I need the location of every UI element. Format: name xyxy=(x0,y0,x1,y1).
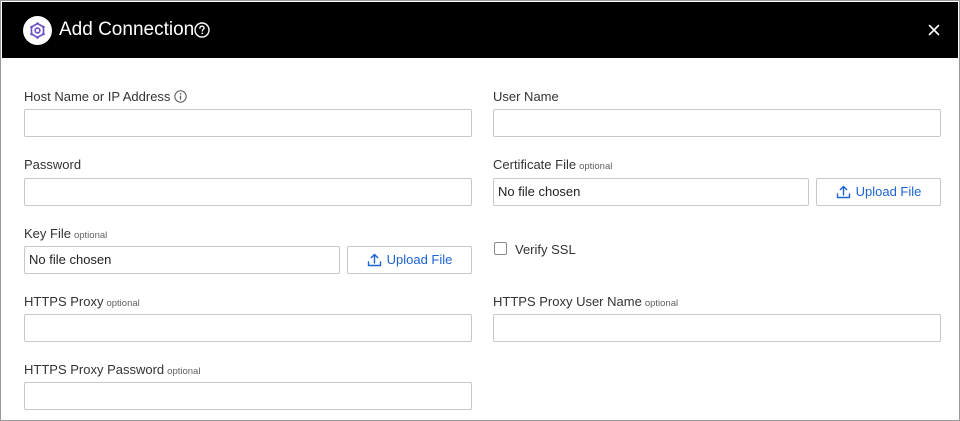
dialog-header: Add Connection xyxy=(2,2,958,58)
key-file-status: No file chosen xyxy=(24,246,340,274)
host-input[interactable] xyxy=(24,109,472,137)
password-input[interactable] xyxy=(24,178,472,206)
user-name-input[interactable] xyxy=(493,109,941,137)
help-circle-icon[interactable] xyxy=(194,22,210,38)
https-proxy-user-label: HTTPS Proxy User Name optional xyxy=(493,294,678,312)
password-label: Password xyxy=(24,157,82,172)
gear-logo-icon xyxy=(23,16,52,45)
add-connection-dialog: Add Connection Host Name or IP Address U… xyxy=(0,0,960,421)
certificate-file-label: Certificate File optional xyxy=(493,157,612,175)
https-proxy-password-input[interactable] xyxy=(24,382,472,410)
https-proxy-input[interactable] xyxy=(24,314,472,342)
key-file-label-text: Key File xyxy=(24,226,71,241)
certificate-file-status: No file chosen xyxy=(493,178,809,206)
upload-icon xyxy=(836,185,850,199)
https-proxy-user-input[interactable] xyxy=(493,314,941,342)
key-file-upload-button[interactable]: Upload File xyxy=(347,246,472,274)
info-icon[interactable] xyxy=(174,90,188,107)
https-proxy-user-label-text: HTTPS Proxy User Name xyxy=(493,294,642,309)
upload-icon xyxy=(367,253,381,267)
user-name-label: User Name xyxy=(493,89,559,104)
https-proxy-password-label-text: HTTPS Proxy Password xyxy=(24,362,165,377)
verify-ssl-checkbox[interactable] xyxy=(494,242,507,255)
certificate-upload-button[interactable]: Upload File xyxy=(816,178,941,206)
verify-ssl-label[interactable]: Verify SSL xyxy=(515,242,576,258)
close-icon[interactable] xyxy=(927,23,941,37)
optional-tag: optional xyxy=(644,298,679,309)
upload-button-label: Upload File xyxy=(386,252,453,267)
optional-tag: optional xyxy=(579,161,613,172)
upload-button-label: Upload File xyxy=(855,184,922,199)
https-proxy-label: HTTPS Proxy optional xyxy=(24,294,140,312)
optional-tag: optional xyxy=(73,230,108,241)
dialog-title: Add Connection xyxy=(59,19,195,40)
key-file-label: Key File optional xyxy=(24,226,107,244)
host-label-text: Host Name or IP Address xyxy=(24,89,171,104)
optional-tag: optional xyxy=(106,298,140,309)
optional-tag: optional xyxy=(167,366,201,377)
certificate-file-label-text: Certificate File xyxy=(493,157,577,172)
https-proxy-password-label: HTTPS Proxy Password optional xyxy=(24,362,200,380)
https-proxy-label-text: HTTPS Proxy xyxy=(24,294,104,309)
host-label: Host Name or IP Address xyxy=(24,89,188,107)
